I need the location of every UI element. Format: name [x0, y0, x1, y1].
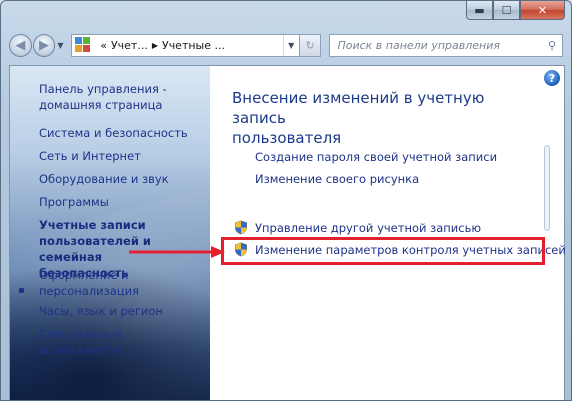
- content-area: Панель управления - домашняя страница Си…: [9, 65, 566, 400]
- breadcrumb-segment[interactable]: Учетные ...: [162, 39, 225, 52]
- sidebar: Панель управления - домашняя страница Си…: [10, 66, 210, 400]
- page-title: Внесение изменений в учетную запись поль…: [232, 89, 485, 147]
- annotation-highlight-box: [221, 237, 545, 265]
- back-button[interactable]: ◀: [9, 33, 32, 57]
- close-button[interactable]: ✕: [520, 1, 565, 20]
- scrollbar[interactable]: [544, 145, 550, 231]
- control-panel-icon: [75, 37, 93, 53]
- task-create-password[interactable]: Создание пароля своей учетной записи: [255, 150, 497, 164]
- breadcrumb-separator[interactable]: ▶: [152, 41, 158, 50]
- search-icon[interactable]: ⚲: [548, 39, 556, 52]
- sidebar-item-appearance[interactable]: Оформление и персонализация: [39, 267, 204, 299]
- current-item-bullet: [19, 288, 24, 293]
- address-overflow-chevron[interactable]: «: [100, 39, 107, 52]
- help-button[interactable]: ?: [544, 70, 560, 86]
- recent-pages-dropdown[interactable]: ▼: [57, 41, 67, 50]
- minimize-button[interactable]: ▬: [466, 1, 493, 20]
- task-change-picture[interactable]: Изменение своего рисунка: [255, 172, 419, 186]
- sidebar-item-clock-region[interactable]: Часы, язык и регион: [39, 303, 204, 319]
- search-input[interactable]: Поиск в панели управления ⚲: [329, 33, 563, 57]
- sidebar-item-network[interactable]: Сеть и Интернет: [39, 148, 204, 164]
- main-panel: ? Внесение изменений в учетную запись по…: [210, 66, 566, 400]
- search-placeholder: Поиск в панели управления: [337, 38, 500, 52]
- caption-buttons: ▬ ☐ ✕: [466, 1, 565, 21]
- breadcrumb-segment[interactable]: Учет...: [111, 39, 148, 52]
- task-manage-other-account[interactable]: Управление другой учетной записью: [234, 220, 481, 235]
- navigation-bar: ◀ ▶ ▼ « Учет... ▶ Учетные ... ▼ ↻ Поиск …: [9, 32, 563, 58]
- refresh-button[interactable]: ↻: [299, 33, 322, 57]
- sidebar-item-programs[interactable]: Программы: [39, 194, 204, 210]
- forward-button[interactable]: ▶: [32, 33, 56, 57]
- maximize-button[interactable]: ☐: [493, 1, 520, 20]
- sidebar-item-accessibility[interactable]: Специальные возможности: [39, 326, 204, 358]
- sidebar-item-home[interactable]: Панель управления - домашняя страница: [39, 81, 204, 113]
- sidebar-item-hardware-sound[interactable]: Оборудование и звук: [39, 171, 204, 187]
- address-bar[interactable]: « Учет... ▶ Учетные ... ▼: [71, 33, 300, 57]
- control-panel-window: ▬ ☐ ✕ ◀ ▶ ▼ « Учет... ▶ Учетные ... ▼ ↻ …: [0, 0, 572, 401]
- uac-shield-icon: [235, 220, 247, 235]
- address-dropdown[interactable]: ▼: [282, 34, 299, 56]
- sidebar-item-system-security[interactable]: Система и безопасность: [39, 125, 204, 141]
